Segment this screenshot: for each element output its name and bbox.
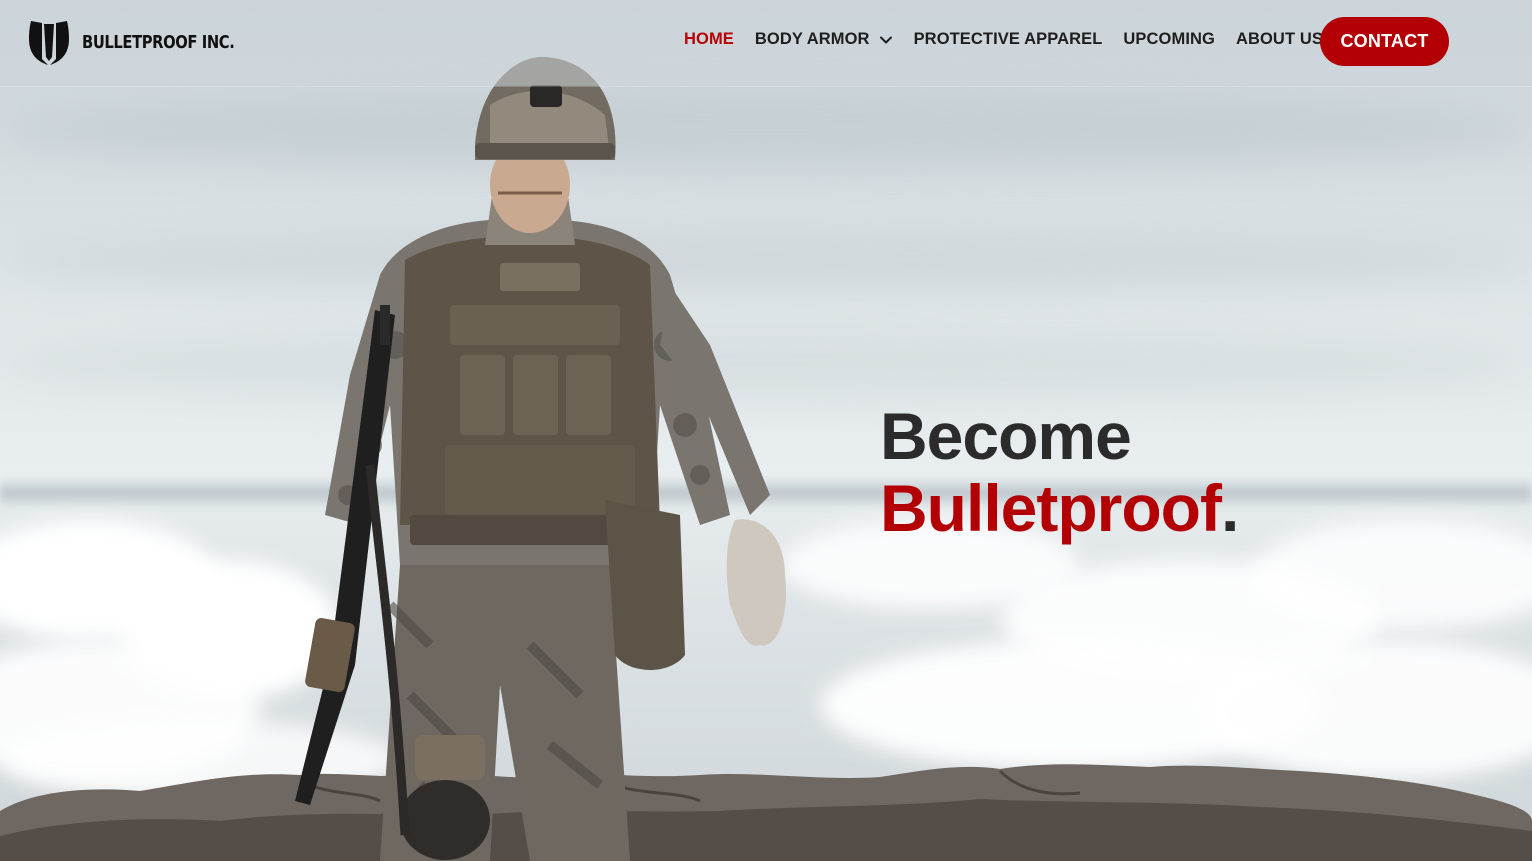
hero-line-1: Become (880, 399, 1132, 473)
nav-upcoming[interactable]: UPCOMING (1123, 30, 1215, 49)
nav-protective-apparel[interactable]: PROTECTIVE APPAREL (914, 30, 1103, 49)
soldier-image (295, 56, 786, 861)
brand-logo[interactable]: BULLETPROOF INC. (28, 18, 268, 66)
hero-line-2: Bulletproof. (880, 471, 1239, 545)
main-nav: HOME BODY ARMOR PROTECTIVE APPAREL UPCOM… (684, 30, 1344, 49)
hero-accent-word: Bulletproof (880, 471, 1222, 545)
nav-about-us[interactable]: ABOUT US (1236, 30, 1323, 49)
chevron-down-icon (879, 36, 892, 43)
hero-heading: Become Bulletproof. (880, 399, 1239, 545)
nav-home[interactable]: HOME (684, 30, 734, 49)
navbar: BULLETPROOF INC. HOME BODY ARMOR PROTECT… (0, 0, 1532, 86)
hero-period: . (1220, 471, 1239, 545)
page: BULLETPROOF INC. HOME BODY ARMOR PROTECT… (0, 0, 1532, 861)
brand-name: BULLETPROOF INC. (82, 31, 235, 53)
shield-logo-icon (29, 21, 69, 65)
nav-body-armor-label: BODY ARMOR (754, 30, 870, 48)
contact-button[interactable]: CONTACT (1320, 17, 1449, 66)
nav-body-armor[interactable]: BODY ARMOR (755, 30, 893, 49)
